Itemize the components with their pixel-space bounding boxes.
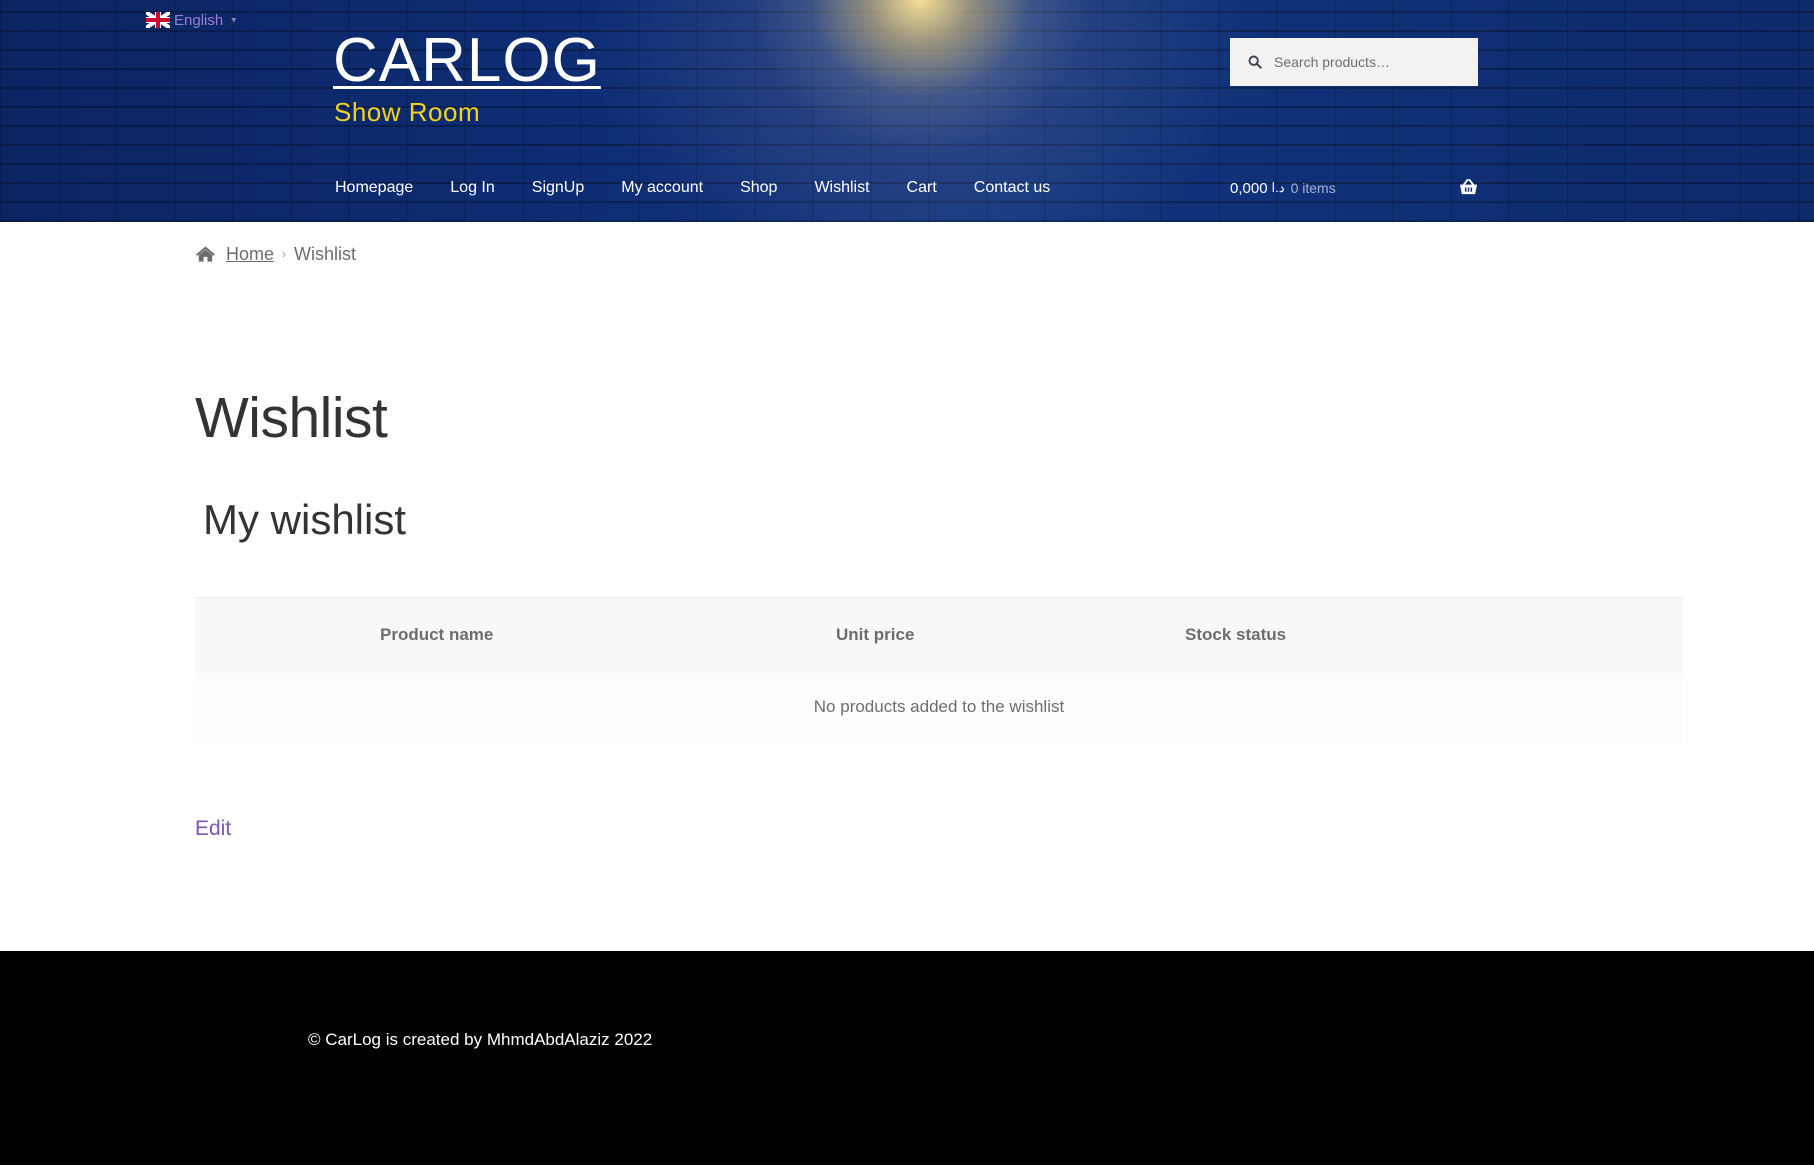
nav-item-contact-us[interactable]: Contact us [974,175,1050,201]
cart-currency: د.ا [1271,180,1285,195]
product-search [1230,38,1478,86]
wishlist-empty-row: No products added to the wishlist [195,673,1683,745]
nav-item-homepage[interactable]: Homepage [335,175,413,201]
breadcrumb-home-link[interactable]: Home [226,244,274,265]
home-icon [195,246,216,262]
column-header-unit-price: Unit price [836,625,915,644]
cart-amount: 0,000 [1230,179,1268,197]
wishlist-empty-message: No products added to the wishlist [813,697,1065,716]
search-input[interactable] [1272,53,1476,71]
site-footer: © CarLog is created by MhmdAbdAlaziz 202… [0,951,1814,1165]
cart-count-label: items [1302,180,1336,196]
wishlist-title: My wishlist [203,496,407,543]
header-cart[interactable]: 0,000 د.ا 0 items [1230,175,1478,201]
breadcrumb: Home › Wishlist [195,240,356,268]
nav-item-my-account[interactable]: My account [621,175,703,201]
primary-navigation: Homepage Log In SignUp My account Shop W… [335,175,1087,201]
basket-icon[interactable] [1459,179,1478,196]
nav-item-shop[interactable]: Shop [740,175,777,201]
uk-flag-icon [146,12,170,28]
chevron-down-icon: ▾ [231,14,237,26]
column-header-product-name: Product name [380,625,494,644]
edit-link[interactable]: Edit [195,817,231,841]
cart-count: 0 items [1291,180,1336,196]
breadcrumb-current: Wishlist [294,243,357,264]
nav-item-login[interactable]: Log In [450,175,494,201]
site-tagline: Show Room [334,97,481,127]
nav-item-wishlist[interactable]: Wishlist [814,175,869,201]
language-switcher[interactable]: English ▾ [146,10,236,30]
language-label[interactable]: English [174,12,223,29]
site-header: English ▾ CARLOG Show Room Homepage Log … [0,0,1814,222]
nav-item-signup[interactable]: SignUp [532,175,584,201]
page-title: Wishlist [195,386,388,450]
nav-item-cart[interactable]: Cart [907,175,937,201]
cart-count-number: 0 [1290,180,1299,196]
search-icon [1248,55,1262,69]
footer-copyright: © CarLog is created by MhmdAbdAlaziz 202… [308,1030,653,1049]
site-title[interactable]: CARLOG [333,26,601,96]
wishlist-table: Product name Unit price Stock status No … [195,597,1683,745]
breadcrumb-separator-icon: › [282,247,287,261]
wishlist-table-header: Product name Unit price Stock status [195,597,1683,673]
column-header-stock-status: Stock status [1185,625,1287,644]
